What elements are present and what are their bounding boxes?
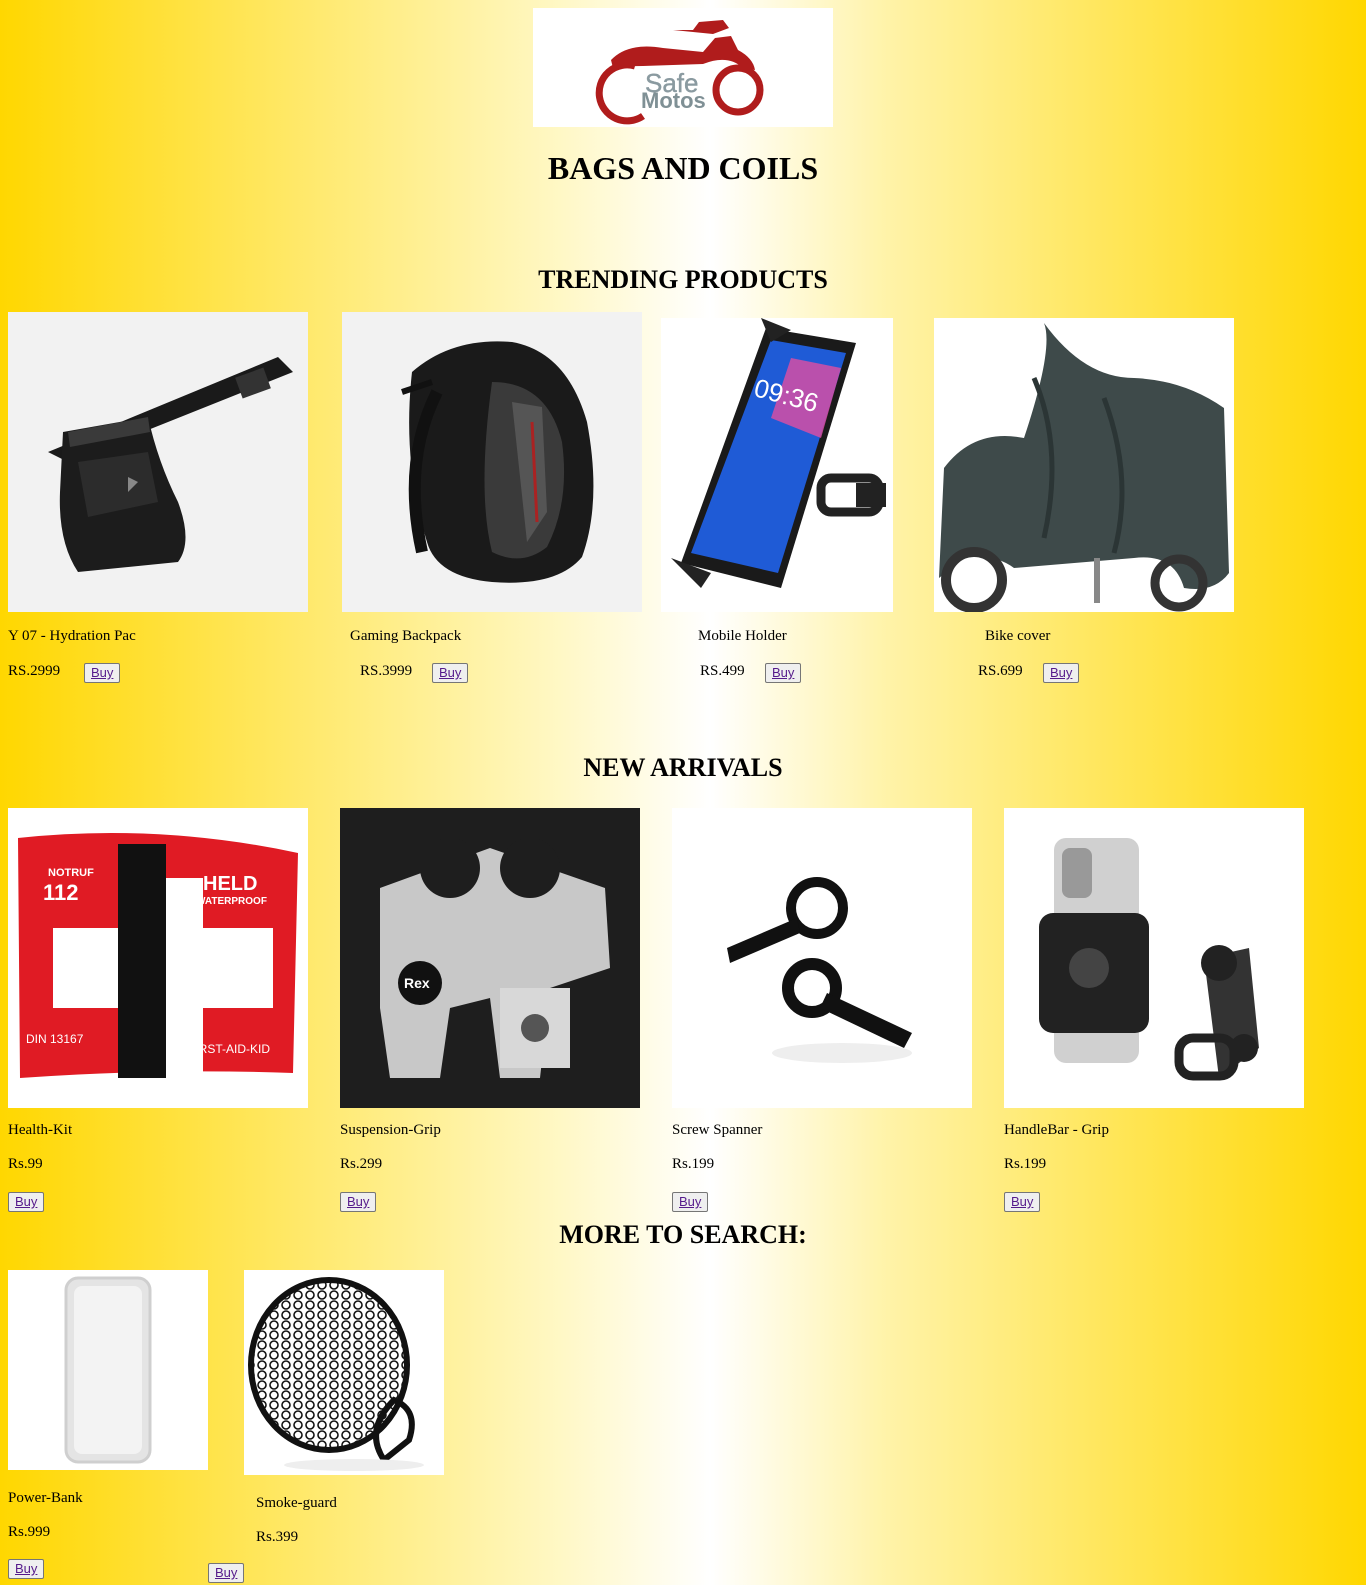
kit-label-notruf: NOTRUF: [48, 867, 94, 879]
logo-text-motos: Motos: [641, 88, 706, 113]
buy-button[interactable]: Buy: [1004, 1192, 1041, 1212]
product-name: Screw Spanner: [672, 1122, 763, 1138]
product-price: Rs.199: [1004, 1156, 1047, 1172]
kit-label-din: DIN 13167: [26, 1032, 84, 1046]
headlight-guard-icon: [248, 1277, 424, 1471]
product-price: RS.3999: [360, 663, 413, 679]
product-image-health-kit[interactable]: NOTRUF 112 HELD WATERPROOF DIN 13167 FIR…: [8, 808, 308, 1108]
section-title-trending: TRENDING PRODUCTS: [538, 265, 828, 294]
product-image-suspension-grip[interactable]: Rex: [340, 808, 640, 1108]
buy-button[interactable]: Buy: [340, 1192, 377, 1212]
product-price: RS.2999: [8, 663, 61, 679]
product-image-power-bank[interactable]: [8, 1270, 208, 1470]
first-aid-kit-icon: NOTRUF 112 HELD WATERPROOF DIN 13167 FIR…: [18, 833, 298, 1078]
section-title-more-to-search: MORE TO SEARCH:: [559, 1220, 807, 1249]
kit-label-held: HELD: [203, 873, 257, 895]
product-name: Suspension-Grip: [340, 1122, 441, 1138]
product-image-hydration-pack[interactable]: [8, 312, 308, 612]
product-price: Rs.199: [672, 1156, 715, 1172]
product-price: Rs.299: [340, 1156, 383, 1172]
product-name: Power-Bank: [8, 1490, 83, 1506]
product-image-handlebar-grip[interactable]: [1004, 808, 1304, 1108]
site-logo[interactable]: Safe Motos: [533, 8, 833, 127]
handlebar-mount-icon: [1039, 838, 1259, 1081]
buy-button[interactable]: Buy: [8, 1559, 45, 1579]
product-price: Rs.99: [8, 1156, 43, 1172]
product-price: RS.699: [978, 663, 1023, 679]
backpack-icon: [401, 341, 594, 583]
kit-label-waterproof: WATERPROOF: [196, 896, 267, 907]
phone-case-icon: [64, 1276, 152, 1464]
riser-clamp-icon: Rex: [380, 838, 610, 1078]
page-title: BAGS AND COILS: [547, 150, 819, 186]
hydration-pack-icon: [48, 357, 293, 572]
product-name: Mobile Holder: [698, 628, 787, 644]
product-image-smoke-guard[interactable]: [244, 1270, 444, 1475]
product-image-bike-cover[interactable]: [934, 318, 1234, 612]
product-image-mobile-holder[interactable]: 09:36: [661, 318, 893, 612]
product-name: Gaming Backpack: [350, 628, 462, 644]
section-title-new-arrivals: NEW ARRIVALS: [583, 753, 783, 782]
product-name: Y 07 - Hydration Pac: [8, 628, 136, 644]
buy-button[interactable]: Buy: [432, 663, 469, 683]
riser-brand-text: Rex: [404, 975, 430, 991]
product-price: RS.499: [700, 663, 745, 679]
phone-holder-icon: 09:36: [671, 318, 886, 588]
product-name: HandleBar - Grip: [1004, 1122, 1109, 1138]
product-image-gaming-backpack[interactable]: [342, 312, 642, 612]
buy-button[interactable]: Buy: [672, 1192, 709, 1212]
bike-cover-icon: [939, 323, 1229, 612]
product-price: Rs.399: [256, 1529, 299, 1545]
buy-button[interactable]: Buy: [1043, 663, 1080, 683]
product-name: Bike cover: [985, 628, 1051, 644]
product-name: Health-Kit: [8, 1122, 73, 1138]
product-image-screw-spanner[interactable]: [672, 808, 972, 1108]
buy-button[interactable]: Buy: [208, 1563, 245, 1583]
kit-label-112: 112: [43, 880, 79, 905]
clamp-icon: [727, 877, 912, 1063]
buy-button[interactable]: Buy: [8, 1192, 45, 1212]
product-name: Smoke-guard: [256, 1495, 337, 1511]
product-price: Rs.999: [8, 1524, 51, 1540]
buy-button[interactable]: Buy: [84, 663, 121, 683]
kit-label-first-aid: FIRST-AID-KID: [188, 1042, 270, 1056]
buy-button[interactable]: Buy: [765, 663, 802, 683]
